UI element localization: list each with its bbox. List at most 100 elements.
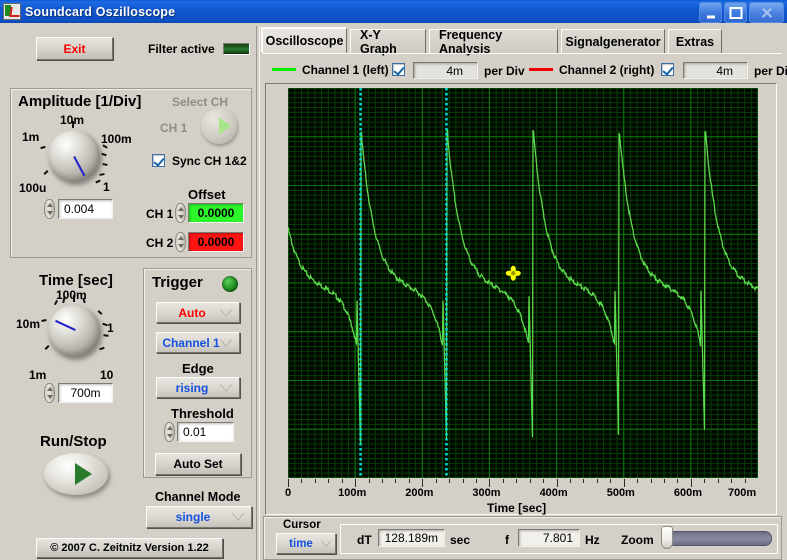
tab-label: X-Y Graph (360, 28, 397, 56)
zoom-label: Zoom (621, 533, 654, 547)
window-controls (699, 2, 784, 23)
chevron-down-icon (321, 539, 331, 547)
filter-active-indicator (223, 43, 250, 55)
close-button[interactable] (749, 2, 784, 23)
frequency-unit: Hz (585, 533, 600, 547)
ch1-color-swatch (272, 68, 296, 71)
trigger-threshold-label: Threshold (171, 406, 234, 421)
zoom-slider-thumb[interactable] (661, 526, 673, 549)
sync-checkbox[interactable] (152, 154, 165, 167)
channel-mode-label: Channel Mode (155, 490, 241, 504)
threshold-stepper[interactable] (164, 422, 175, 442)
filter-active-label: Filter active (148, 42, 215, 56)
minimize-button[interactable] (699, 2, 722, 23)
trigger-edge-dropdown[interactable]: rising (156, 377, 240, 398)
trigger-led (222, 276, 238, 292)
time-tick-0 (44, 345, 50, 350)
offset-ch2-stepper[interactable] (175, 232, 186, 252)
tab-signalgenerator[interactable]: Signalgenerator (561, 29, 665, 54)
amplitude-stepper[interactable] (44, 199, 55, 219)
dt-unit: sec (450, 533, 471, 547)
threshold-field[interactable]: 0.01 (177, 422, 234, 442)
zoom-slider-track[interactable] (664, 531, 772, 546)
amplitude-title: Amplitude [1/Div] (18, 93, 142, 110)
amplitude-value-field[interactable]: 0.004 (58, 199, 113, 219)
window-titlebar: Soundcard Oszilloscope (0, 0, 787, 23)
frequency-field: 7.801 (518, 529, 580, 547)
chevron-down-icon (232, 513, 244, 521)
x-tick-label: 600m (673, 487, 702, 499)
offset-ch2-label: CH 2 (146, 236, 174, 250)
trigger-mode-dropdown[interactable]: Auto (156, 302, 240, 323)
ch1-perdiv-field[interactable]: 4m (413, 62, 478, 79)
select-ch-value: CH 1 (160, 121, 188, 135)
app-icon (3, 3, 21, 20)
x-tick-label: 100m (338, 487, 367, 499)
x-tick-label: 500m (606, 487, 635, 499)
auto-set-label: Auto Set (173, 457, 223, 471)
ch1-enable-checkbox[interactable] (392, 63, 405, 76)
select-ch-knob[interactable] (201, 108, 237, 144)
ch2-perdiv-field[interactable]: 4m (683, 62, 748, 79)
offset-title: Offset (188, 187, 226, 202)
trigger-edge-label: Edge (182, 361, 214, 376)
tab-oscilloscope[interactable]: Oscilloscope (262, 28, 347, 53)
tab-xy-graph[interactable]: X-Y Graph (350, 28, 426, 56)
tab-underline (262, 53, 782, 54)
copyright-text: © 2007 C. Zeitnitz Version 1.22 (50, 542, 209, 554)
x-tick-label: 700m (728, 487, 757, 499)
amplitude-tick-label-1: 1 (103, 180, 110, 194)
oscilloscope-plot[interactable] (288, 88, 758, 478)
time-knob[interactable] (48, 305, 100, 357)
ch2-enable-checkbox[interactable] (661, 63, 674, 76)
time-tick-6 (97, 310, 103, 315)
chevron-down-icon (220, 309, 232, 316)
trigger-title: Trigger (152, 274, 203, 291)
tab-frequency-analysis[interactable]: Frequency Analysis (429, 28, 558, 56)
tab-extras[interactable]: Extras (668, 29, 722, 54)
auto-set-button[interactable]: Auto Set (155, 453, 241, 475)
panel-divider (256, 26, 260, 560)
run-stop-button[interactable] (44, 453, 108, 495)
dt-label: dT (357, 533, 372, 547)
exit-button[interactable]: Exit (36, 37, 113, 60)
cursor-dropdown[interactable]: time (276, 533, 336, 554)
time-tick-label-1m: 1m (29, 368, 47, 382)
offset-ch1-stepper[interactable] (175, 203, 186, 223)
ch2-perdiv-label: per Div (754, 64, 787, 78)
time-value-field[interactable]: 700m (58, 383, 113, 403)
select-ch-label: Select CH (172, 95, 229, 109)
time-tick-1 (41, 319, 47, 322)
x-axis-title: Time [sec] (487, 501, 547, 515)
tab-label: Oscilloscope (265, 33, 344, 48)
channel-mode-dropdown[interactable]: single (146, 506, 252, 528)
time-title: Time [sec] (39, 272, 113, 289)
amplitude-knob[interactable] (48, 130, 100, 182)
amplitude-tick-label-100u: 100u (19, 181, 47, 195)
x-axis-tick-labels: 0 100m 200m 300m 400m 500m 600m 700m (285, 487, 758, 501)
chevron-down-icon (220, 384, 232, 391)
time-stepper[interactable] (44, 383, 55, 403)
trigger-source-dropdown[interactable]: Channel 1 (156, 332, 240, 353)
amplitude-tick-label-10m: 10m (60, 113, 85, 127)
select-ch-pointer (219, 117, 231, 135)
offset-ch2-field[interactable]: 0.0000 (188, 232, 244, 252)
ch1-perdiv-label: per Div (484, 64, 525, 78)
time-tick-label-1: 1 (107, 321, 114, 335)
x-tick-label: 400m (539, 487, 568, 499)
maximize-button[interactable] (724, 2, 747, 23)
exit-label: Exit (63, 41, 86, 56)
copyright-bar: © 2007 C. Zeitnitz Version 1.22 (36, 538, 223, 558)
offset-ch1-label: CH 1 (146, 207, 174, 221)
offset-ch1-field[interactable]: 0.0000 (188, 203, 244, 223)
sync-label: Sync CH 1&2 (172, 154, 247, 168)
time-tick-9 (99, 346, 105, 351)
chevron-down-icon (220, 339, 232, 346)
ch2-legend-label: Channel 2 (right) (559, 63, 655, 77)
tab-label: Frequency Analysis (439, 28, 503, 56)
tab-label: Signalgenerator (565, 35, 661, 49)
amplitude-tick-label-100m: 100m (101, 132, 132, 146)
x-tick-label: 200m (405, 487, 434, 499)
time-tick-label-100m: 100m (56, 288, 87, 302)
dt-field: 128.189m (378, 529, 445, 547)
